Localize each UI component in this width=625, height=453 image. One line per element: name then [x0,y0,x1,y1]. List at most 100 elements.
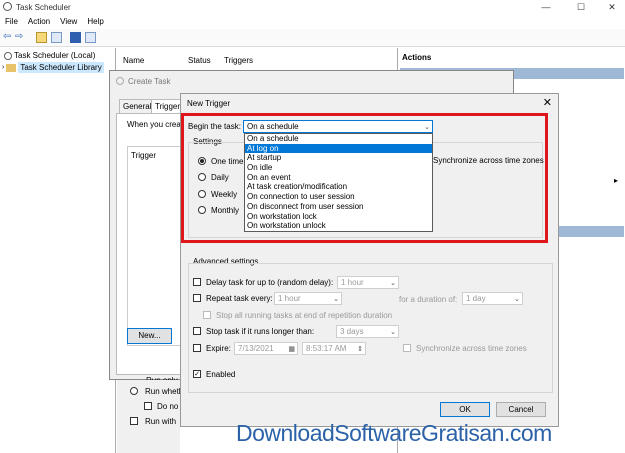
option-task-creation[interactable]: At task creation/modification [245,182,432,192]
stop-if-label: Stop task if it runs longer than: [206,327,315,336]
column-status[interactable]: Status [188,56,211,65]
close-button[interactable]: ✕ [599,0,625,14]
clock-icon [116,77,124,85]
run-highest-checkbox[interactable] [130,417,138,425]
run-whether-radio[interactable] [130,387,138,395]
do-not-store-label: Do no [157,402,179,411]
maximize-button[interactable]: ☐ [568,0,594,14]
menu-help[interactable]: Help [82,17,108,26]
delay-select[interactable]: 1 hour ⌄ [337,276,399,289]
option-at-log-on[interactable]: At log on [245,143,432,154]
chevron-down-icon: ⌄ [390,329,396,336]
help-icon[interactable] [70,32,81,43]
submenu-arrow-icon[interactable]: ▸ [614,176,618,185]
actions-header: Actions [402,53,432,62]
run-whether-label: Run wheth [145,387,184,396]
new-trigger-dialog: New Trigger ✕ Begin the task: On a sched… [180,93,559,427]
repeat-select[interactable]: 1 hour ⌄ [274,292,342,305]
new-trigger-button[interactable]: New... [127,328,172,344]
enabled-checkbox[interactable]: ✓ [193,370,201,378]
folder-icon[interactable] [36,32,47,43]
cancel-button[interactable]: Cancel [496,402,546,417]
minimize-button[interactable]: — [533,0,559,14]
duration-value: 1 day [466,294,486,303]
sync-timezones-label[interactable]: Synchronize across time zones [433,156,544,165]
tree-item-local[interactable]: Task Scheduler (Local) [4,51,95,60]
option-on-schedule[interactable]: On a schedule [245,134,432,144]
chevron-down-icon: ⌄ [333,296,339,303]
delay-label: Delay task for up to (random delay): [206,278,334,287]
radio-monthly[interactable] [198,206,206,214]
properties-icon[interactable] [51,32,62,43]
folder-icon [6,63,17,72]
menu-file[interactable]: File [0,17,23,26]
expire-date-picker[interactable]: 7/13/2021 ▦ [234,342,298,355]
option-workstation-unlock[interactable]: On workstation unlock [245,221,432,231]
calendar-icon: ▦ [288,346,295,353]
option-disconnect-session[interactable]: On disconnect from user session [245,202,432,212]
column-name[interactable]: Name [123,56,144,65]
menu-view[interactable]: View [55,17,82,26]
expire-sync-label: Synchronize across time zones [416,344,527,353]
task-scheduler-icon [3,2,12,11]
create-task-title: Create Task [128,77,171,86]
tree-root-label: Task Scheduler (Local) [14,51,96,60]
option-workstation-lock[interactable]: On workstation lock [245,212,432,222]
stop-if-value: 3 days [340,327,364,336]
ok-button[interactable]: OK [440,402,490,417]
watermark-text: DownloadSoftwareGratisan.com [236,420,552,446]
trigger-list[interactable]: Trigger [127,146,186,346]
radio-weekly-label: Weekly [211,190,238,199]
close-icon[interactable]: ✕ [543,96,552,109]
begin-task-dropdown-list[interactable]: On a schedule At log on At startup On id… [244,133,433,232]
menu-bar: File Action View Help [0,14,625,29]
show-pane-icon[interactable] [85,32,96,43]
option-on-event[interactable]: On an event [245,173,432,183]
navigation-tree: Task Scheduler (Local) › Task Scheduler … [0,48,116,453]
repeat-checkbox[interactable] [193,294,201,302]
new-trigger-title: New Trigger [187,99,231,108]
stop-if-checkbox[interactable] [193,327,201,335]
run-highest-label: Run with [145,417,177,426]
when-text: When you creat [127,120,184,129]
stop-running-label: Stop all running tasks at end of repetit… [216,311,393,320]
radio-monthly-label: Monthly [211,206,240,215]
create-task-bottom: Run wheth Do no Run with [117,380,184,453]
option-connect-session[interactable]: On connection to user session [245,192,432,202]
tree-item-library[interactable]: › Task Scheduler Library [2,62,104,73]
expire-sync-checkbox[interactable] [403,344,411,352]
option-at-startup[interactable]: At startup [245,153,432,163]
tree-library-label: Task Scheduler Library [18,62,104,73]
radio-daily-label: Daily [211,173,229,182]
expand-arrow-icon[interactable]: › [2,64,4,71]
radio-one-time-label: One time [211,157,244,166]
expire-time-picker[interactable]: 8:53:17 AM ⇕ [302,342,366,355]
expire-checkbox[interactable] [193,344,201,352]
forward-icon[interactable]: ⇨ [15,31,23,42]
delay-checkbox[interactable] [193,278,201,286]
tab-general[interactable]: General [119,99,156,114]
back-icon[interactable]: ⇦ [3,31,11,42]
radio-one-time[interactable] [198,157,206,165]
option-on-idle[interactable]: On idle [245,163,432,173]
expire-time-value: 8:53:17 AM [306,344,347,353]
duration-select[interactable]: 1 day ⌄ [462,292,523,305]
radio-weekly[interactable] [198,190,206,198]
duration-label: for a duration of: [399,295,458,304]
toolbar: ⇦ ⇨ [0,29,625,47]
expire-date-value: 7/13/2021 [238,344,274,353]
do-not-store-checkbox[interactable] [144,402,152,410]
window-titlebar: Task Scheduler — ☐ ✕ [0,0,625,14]
window-title: Task Scheduler [16,2,71,12]
clock-icon [4,51,12,60]
trigger-column-header: Trigger [131,151,157,160]
stop-if-select[interactable]: 3 days ⌄ [336,325,399,338]
radio-daily[interactable] [198,173,206,181]
chevron-down-icon: ⌄ [390,280,396,287]
column-triggers[interactable]: Triggers [224,56,253,65]
begin-task-select[interactable]: On a schedule ⌄ [243,120,433,133]
repeat-value: 1 hour [278,294,301,303]
menu-action[interactable]: Action [23,17,55,26]
spinner-icon: ⇕ [357,346,363,353]
stop-running-checkbox[interactable] [203,311,211,319]
